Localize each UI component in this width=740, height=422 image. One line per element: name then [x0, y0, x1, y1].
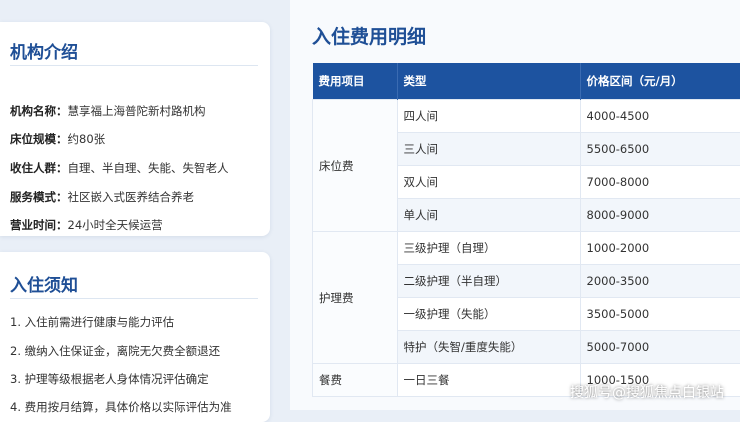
intro-title: 机构介绍	[10, 38, 78, 63]
fees-table: 费用项目 类型 价格区间（元/月） 床位费 四人间 4000-4500 三人间 …	[312, 63, 740, 397]
notes-card: 入住须知 1. 入住前需进行健康与能力评估 2. 缴纳入住保证金，离院无欠费全额…	[0, 252, 270, 422]
price-cell: 1000-2000	[580, 232, 740, 265]
type-cell: 二级护理（半自理）	[397, 265, 580, 298]
table-header-row: 费用项目 类型 价格区间（元/月）	[313, 63, 740, 100]
table-row: 护理费 三级护理（自理） 1000-2000	[313, 232, 740, 265]
price-cell: 4000-4500	[580, 100, 740, 133]
category-cell: 餐费	[313, 364, 398, 397]
watermark: 搜狐号@搜狐焦点白银站	[570, 382, 724, 402]
info-row-mode: 服务模式：社区嵌入式医养结合养老	[10, 189, 194, 205]
header-price: 价格区间（元/月）	[580, 63, 740, 100]
price-cell: 3500-5000	[580, 298, 740, 331]
info-row-residents: 收住人群：自理、半自理、失能、失智老人	[10, 160, 229, 176]
fees-section: 入住费用明细 费用项目 类型 价格区间（元/月） 床位费 四人间 4000-45…	[290, 0, 740, 410]
note-item: 4. 费用按月结算，具体价格以实际评估为准	[10, 399, 232, 415]
type-cell: 三人间	[397, 133, 580, 166]
type-cell: 特护（失智/重度失能）	[397, 331, 580, 364]
type-cell: 四人间	[397, 100, 580, 133]
info-row-name: 机构名称：慧享福上海普陀新村路机构	[10, 103, 206, 119]
price-cell: 5000-7000	[580, 331, 740, 364]
divider	[10, 298, 258, 299]
table-row: 床位费 四人间 4000-4500	[313, 100, 740, 133]
divider	[10, 65, 258, 66]
type-cell: 双人间	[397, 166, 580, 199]
type-cell: 一日三餐	[397, 364, 580, 397]
header-type: 类型	[397, 63, 580, 100]
type-cell: 三级护理（自理）	[397, 232, 580, 265]
price-cell: 2000-3500	[580, 265, 740, 298]
price-cell: 5500-6500	[580, 133, 740, 166]
header-item: 费用项目	[313, 63, 398, 100]
note-item: 1. 入住前需进行健康与能力评估	[10, 314, 174, 330]
category-cell: 床位费	[313, 100, 398, 232]
info-row-beds: 床位规模：约80张	[10, 131, 105, 147]
category-cell: 护理费	[313, 232, 398, 364]
intro-card: 机构介绍 机构名称：慧享福上海普陀新村路机构 床位规模：约80张 收住人群：自理…	[0, 22, 270, 236]
fees-title: 入住费用明细	[312, 22, 426, 49]
price-cell: 7000-8000	[580, 166, 740, 199]
note-item: 3. 护理等级根据老人身体情况评估确定	[10, 371, 209, 387]
info-row-hours: 营业时间：24小时全天候运营	[10, 217, 163, 233]
type-cell: 单人间	[397, 199, 580, 232]
price-cell: 8000-9000	[580, 199, 740, 232]
notes-title: 入住须知	[10, 271, 78, 296]
note-item: 2. 缴纳入住保证金，离院无欠费全额退还	[10, 343, 220, 359]
type-cell: 一级护理（失能）	[397, 298, 580, 331]
